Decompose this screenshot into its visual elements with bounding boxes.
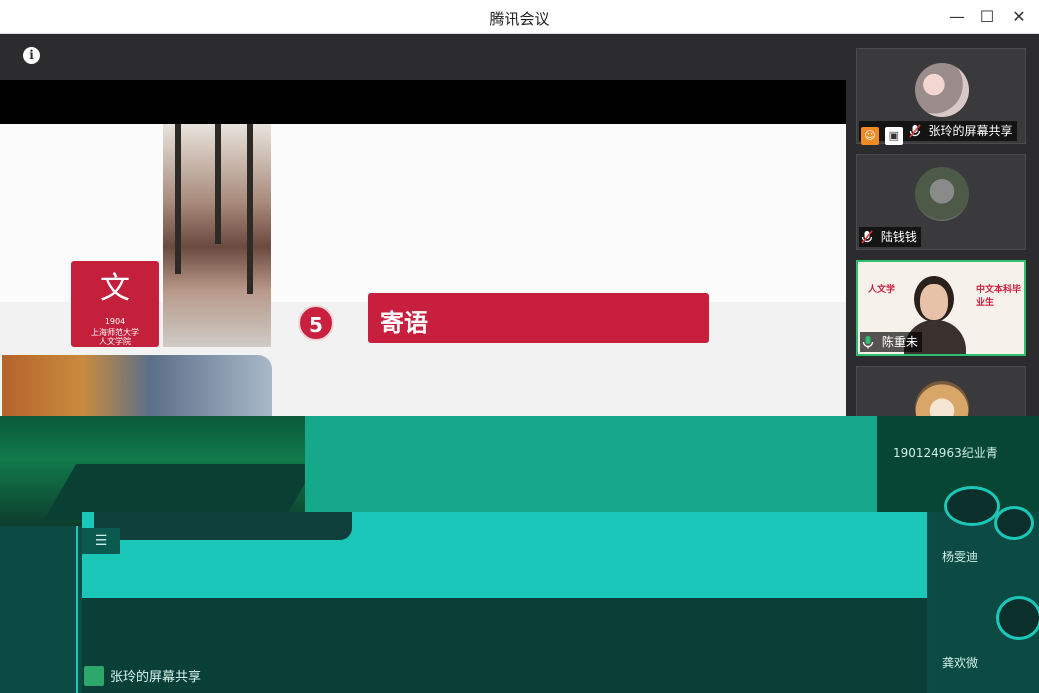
shared-screen-stage: i 文 1904 上海师范大学 人文学院 5 寄语: [0, 34, 846, 416]
avatar: [915, 63, 969, 117]
glitched-participant-label: 杨雯迪: [942, 550, 979, 564]
glitched-participant-label: 190124963纪业青: [893, 446, 998, 460]
participant-tile[interactable]: ☺ ▣ 张玲的屏幕共享: [856, 48, 1026, 145]
backdrop-text: 中文本科毕业生: [976, 285, 1022, 308]
screen-share-owner: 张玲的屏幕共享: [110, 670, 202, 685]
logo-line2: 人文学院: [99, 337, 131, 346]
meeting-window: 腾讯会议 — ☐ ✕ i 文 1904 上海师范大学 人文学院 5 寄语 ☺ ▣…: [0, 0, 1039, 693]
user-icon: [84, 666, 104, 686]
backdrop-text: 人文学: [868, 285, 896, 295]
mic-active-icon: [862, 336, 874, 349]
logo-mark-icon: 文: [100, 271, 130, 306]
corrupted-render-region: 190124963纪业青 ☰ 杨雯迪 龚欢微 张玲的屏幕共享: [0, 416, 1039, 693]
glitched-toolbar: [94, 512, 352, 540]
glitched-slide-band: [305, 416, 877, 512]
tree-trunk: [247, 124, 253, 294]
campus-tree-photo: [2, 355, 272, 416]
info-icon[interactable]: i: [23, 47, 40, 64]
glitched-avatar: [944, 486, 1000, 526]
tree-trunk: [215, 124, 221, 244]
glitched-left-column: [0, 526, 78, 693]
list-icon[interactable]: ☰: [82, 528, 120, 554]
participant-tile[interactable]: [856, 366, 1026, 435]
college-logo: 文 1904 上海师范大学 人文学院: [71, 261, 159, 347]
letterbox-band: [0, 80, 846, 124]
tree-trunk: [175, 124, 181, 274]
campus-building-photo: [163, 124, 271, 347]
glitched-avatar: [994, 506, 1034, 540]
participant-name: 陈重未: [881, 335, 918, 349]
participant-sidebar: ☺ ▣ 张玲的屏幕共享 陆钱钱 人文学 中文本科毕业生 会: [846, 34, 1039, 435]
glitched-sidebar: 杨雯迪 龚欢微: [932, 506, 1039, 693]
participant-name: 张玲的屏幕共享: [928, 124, 1013, 138]
minimize-button[interactable]: —: [942, 4, 972, 30]
screen-share-label: 张玲的屏幕共享: [84, 666, 201, 690]
maximize-button[interactable]: ☐: [972, 4, 1002, 30]
window-title: 腾讯会议: [489, 10, 550, 28]
participant-tile-speaking[interactable]: 人文学 中文本科毕业生 会 陈重未: [856, 260, 1026, 356]
mic-muted-icon: [909, 124, 921, 138]
screen-share-icon: ▣: [884, 127, 903, 145]
close-button[interactable]: ✕: [1004, 4, 1034, 30]
participant-label: ☺ ▣ 张玲的屏幕共享: [859, 121, 1017, 145]
participant-label: 陈重未: [860, 332, 922, 352]
glitched-dark-band: [82, 598, 927, 693]
user-icon: ☺: [861, 127, 879, 145]
mic-muted-icon: [861, 230, 873, 244]
glitched-participant-label: 龚欢微: [942, 656, 979, 670]
presentation-slide: 文 1904 上海师范大学 人文学院 5 寄语: [0, 124, 846, 416]
title-bar: 腾讯会议 — ☐ ✕: [0, 0, 1039, 34]
logo-year: 1904: [104, 317, 126, 326]
avatar: [915, 167, 969, 221]
glitched-avatar: [996, 596, 1039, 640]
participant-name: 陆钱钱: [880, 230, 917, 244]
section-heading-bar: 寄语: [368, 293, 709, 343]
glitched-photo: [0, 416, 317, 526]
face: [920, 284, 948, 320]
participant-tile[interactable]: 陆钱钱: [856, 154, 1026, 250]
meeting-info-bar: i: [0, 34, 846, 80]
section-number: 5: [298, 305, 334, 341]
participant-label: 陆钱钱: [859, 227, 921, 247]
section-title: 寄语: [380, 309, 428, 337]
